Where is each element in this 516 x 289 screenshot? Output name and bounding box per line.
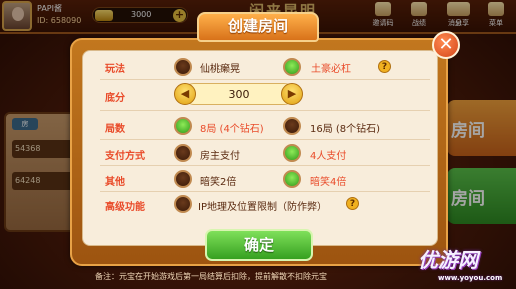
other-option-2: 暗笑4倍 (310, 177, 347, 188)
ip-restriction-radio[interactable] (174, 195, 192, 213)
rounds-option-2: 16局 (8个钻石) (310, 124, 381, 135)
divider (100, 139, 430, 140)
close-button[interactable]: ✕ (432, 31, 460, 59)
confirm-button[interactable]: 确定 (205, 229, 313, 261)
gameplay-help-icon[interactable]: ? (378, 60, 391, 73)
other-option-2-radio[interactable] (283, 170, 301, 188)
rounds-label: 局数 (105, 124, 125, 135)
other-label: 其他 (105, 177, 125, 188)
payment-option-1-radio[interactable] (174, 144, 192, 162)
gameplay-option-1-radio[interactable] (174, 58, 192, 76)
watermark-url: www.yoyou.com (438, 274, 503, 282)
watermark-logo: 优游网 (418, 248, 478, 272)
gameplay-option-1: 仙桃癞晃 (200, 64, 240, 75)
advanced-label: 高级功能 (105, 202, 145, 213)
increase-button[interactable]: ▶ (281, 83, 303, 105)
gameplay-option-2-radio[interactable] (283, 58, 301, 76)
ip-restriction-option: IP地理及位置限制（防作弊） (198, 202, 327, 213)
advanced-help-icon[interactable]: ? (346, 197, 359, 210)
base-score-value: 300 (228, 88, 250, 101)
rounds-option-1-radio[interactable] (174, 117, 192, 135)
gameplay-label: 玩法 (105, 64, 125, 75)
divider (100, 165, 430, 166)
other-option-1: 暗笑2倍 (200, 177, 237, 188)
decrease-button[interactable]: ◀ (174, 83, 196, 105)
payment-label: 支付方式 (105, 151, 145, 162)
gameplay-option-2: 土豪必杠 (311, 64, 351, 75)
payment-option-2-radio[interactable] (283, 144, 301, 162)
dialog-title: 创建房间 (227, 17, 288, 35)
divider (100, 191, 430, 192)
other-option-1-radio[interactable] (174, 170, 192, 188)
rounds-option-1: 8局 (4个钻石) (200, 124, 264, 135)
base-score-label: 底分 (105, 93, 125, 104)
payment-option-1: 房主支付 (200, 151, 240, 162)
rounds-option-2-radio[interactable] (283, 117, 301, 135)
divider (100, 110, 430, 111)
divider (100, 79, 430, 80)
payment-option-2: 4人支付 (310, 151, 347, 162)
